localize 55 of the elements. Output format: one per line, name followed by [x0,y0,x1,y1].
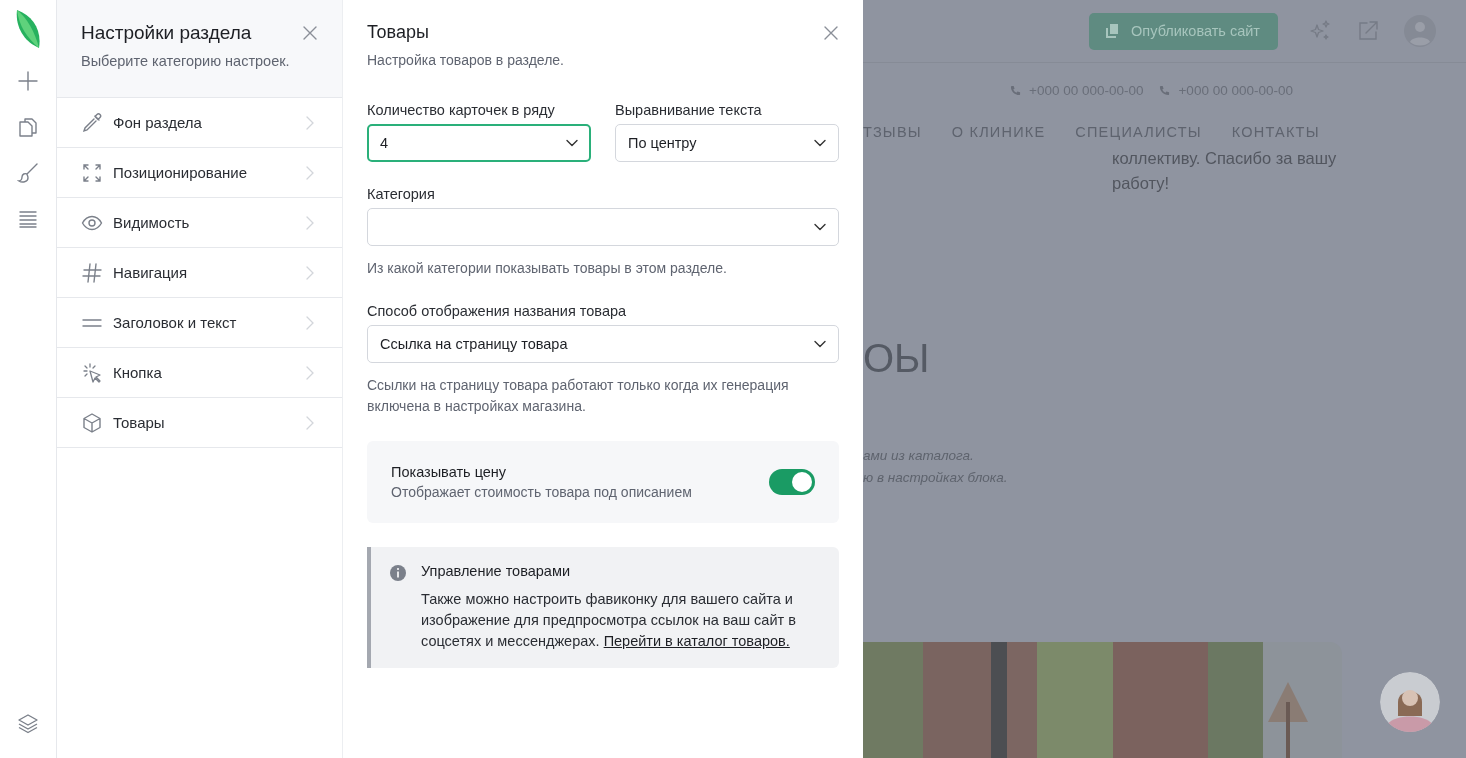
chevron-right-icon [306,115,314,130]
settings-item[interactable]: Навигация [57,248,342,298]
cube-icon [81,411,103,434]
dropper-icon [81,111,103,134]
chevron-down-icon [566,139,578,147]
field-label: Способ отображения названия товара [367,303,628,319]
chevron-right-icon [306,265,314,280]
dropdown[interactable]: Ссылка на страницу товара [367,325,839,363]
layers-icon[interactable] [17,712,39,734]
hash-icon [81,261,103,284]
chevron-right-icon [306,415,314,430]
pages-icon[interactable] [17,116,39,138]
panel-subtitle: Выберите категорию настроек. [81,53,291,69]
dropdown[interactable]: 4 [367,124,591,162]
list-icon[interactable] [17,208,39,230]
chevron-right-icon [306,365,314,380]
phone-icon [1010,85,1021,96]
toggle-switch[interactable] [769,469,815,495]
field-hint: Из какой категории показывать товары в этом разделе. [367,259,728,278]
toggle-description: Отображает стоимость товара под описанием [391,484,692,500]
chevron-right-icon [306,165,314,180]
panel-title: Товары [367,22,429,43]
settings-item[interactable]: Видимость [57,198,342,248]
chevron-down-icon [814,139,826,147]
field-label: Категория [367,186,436,202]
toggle-label: Показывать цену [391,464,508,480]
panel-subtitle: Настройка товаров в разделе. [367,52,565,68]
chevron-down-icon [814,340,826,348]
expand-icon [81,161,103,184]
phone-icon [1159,85,1171,96]
field-label: Выравнивание текста [615,102,763,118]
field-label: Количество карточек в ряду [367,102,556,118]
settings-item[interactable]: Фон раздела [57,98,342,148]
field-hint: Ссылки на страницу товара работают только когда их генерация включена в настройках магазина. [367,376,790,416]
dropdown[interactable]: По центру [615,124,839,162]
brush-icon[interactable] [17,162,39,184]
section-heading: ОЫ [863,336,931,381]
info-text: Также можно настроить фавиконку для вашего сайта и изображение для предпросмотра ссылок на ваш сайт в соцсетях и мессенджерах. Перейти в каталог товаров. [421,590,797,651]
settings-item[interactable]: Заголовок и текст [57,298,342,348]
plus-icon[interactable] [17,70,39,92]
settings-item[interactable]: Позиционирование [57,148,342,198]
info-icon [389,564,407,582]
review-text: коллективу. Спасибо за вашу работу! [1111,148,1338,194]
close-icon[interactable] [302,25,318,41]
chevron-down-icon [814,223,826,231]
chevron-right-icon [306,215,314,230]
settings-item[interactable]: Кнопка [57,348,342,398]
cursor-click-icon [81,361,103,384]
panel-title: Настройки раздела [81,22,252,44]
chevron-right-icon [306,315,314,330]
catalog-link[interactable]: Перейти в каталог товаров. [603,633,790,649]
leaf-logo[interactable] [15,8,41,50]
close-icon[interactable] [823,24,839,41]
settings-item[interactable]: Товары [57,398,342,448]
info-title: Управление товарами [421,563,571,579]
